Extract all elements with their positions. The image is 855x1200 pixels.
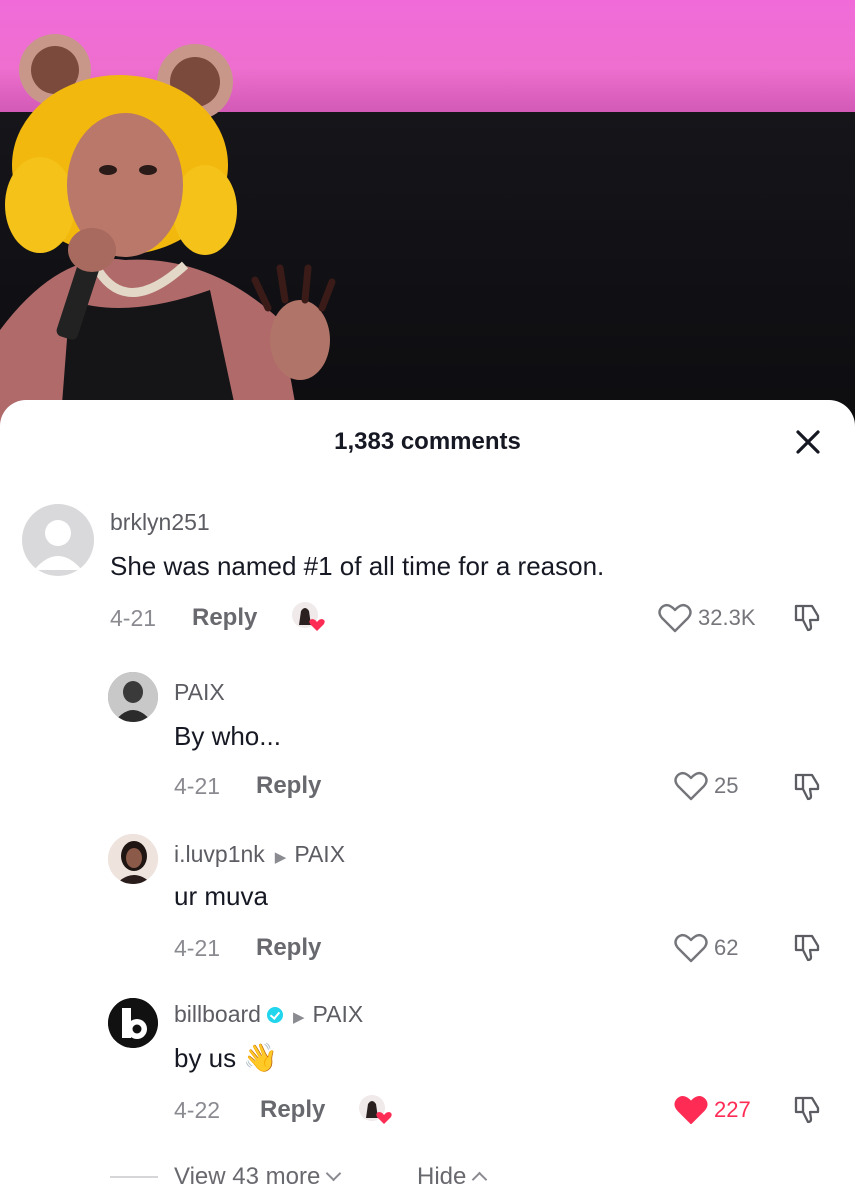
billboard-logo-icon — [108, 998, 158, 1048]
comments-count-title: 1,383 comments — [334, 428, 521, 455]
heart-filled-icon — [674, 1096, 708, 1124]
view-more-replies-button[interactable]: View 43 more — [174, 1162, 342, 1192]
verified-badge-icon — [266, 1007, 283, 1023]
comment-text-line: by us 👋 — [174, 1042, 278, 1074]
like-button[interactable]: 62 — [674, 932, 738, 964]
reply-button[interactable]: Reply — [192, 604, 257, 632]
hide-replies-button[interactable]: Hide — [417, 1162, 488, 1192]
avatar-i-luvp1nk[interactable] — [108, 834, 158, 884]
comment-username-line: billboard ▶ PAIX — [174, 1000, 363, 1032]
thumbs-down-icon[interactable] — [792, 771, 822, 801]
avatar-brklyn251[interactable] — [22, 504, 94, 576]
comment-text: By who... — [174, 721, 281, 751]
reply-to-arrow-icon: ▶ — [292, 1009, 305, 1026]
heart-icon — [674, 771, 708, 801]
avatar-billboard[interactable] — [108, 998, 158, 1048]
profile-photo-icon — [108, 672, 158, 722]
performer-image — [0, 34, 336, 430]
waving-hand-emoji: 👋 — [243, 1042, 279, 1073]
comment-text: by us — [174, 1043, 237, 1073]
default-avatar-icon — [34, 520, 82, 570]
comment-username[interactable]: PAIX — [174, 678, 225, 706]
like-button[interactable]: 227 — [674, 1094, 751, 1126]
comment-date: 4-21 — [110, 605, 157, 631]
heart-icon — [658, 603, 692, 633]
like-count: 227 — [714, 1097, 751, 1122]
comment-username[interactable]: billboard — [174, 1001, 261, 1027]
comment-username[interactable]: brklyn251 — [110, 508, 210, 536]
profile-photo-icon — [108, 834, 158, 884]
like-count: 25 — [714, 773, 739, 798]
comment-date: 4-22 — [174, 1097, 221, 1123]
comment-date: 4-21 — [174, 773, 221, 799]
avatar-paix[interactable] — [108, 672, 158, 722]
creator-liked-icon — [292, 602, 325, 631]
view-more-label: View 43 more — [174, 1163, 321, 1190]
thumbs-down-icon[interactable] — [792, 1094, 822, 1124]
comment-username-line: i.luvp1nk ▶ PAIX — [174, 840, 345, 872]
close-icon[interactable] — [794, 428, 822, 456]
video-background — [0, 0, 855, 430]
like-button[interactable]: 32.3K — [658, 602, 756, 634]
like-count: 32.3K — [698, 605, 756, 630]
reply-target-username[interactable]: PAIX — [313, 1001, 364, 1027]
thread-divider — [110, 1176, 158, 1178]
thumbs-down-icon[interactable] — [792, 932, 822, 962]
chevron-down-icon — [326, 1165, 342, 1182]
comment-text: ur muva — [174, 881, 268, 911]
like-button[interactable]: 25 — [674, 770, 738, 802]
hide-label: Hide — [417, 1163, 467, 1190]
reply-button[interactable]: Reply — [256, 934, 321, 962]
thumbs-down-icon[interactable] — [792, 602, 822, 632]
creator-liked-icon — [359, 1095, 392, 1124]
reply-button[interactable]: Reply — [256, 772, 321, 800]
comment-text: She was named #1 of all time for a reaso… — [110, 551, 605, 581]
comment-username[interactable]: i.luvp1nk — [174, 841, 265, 867]
comment-date: 4-21 — [174, 935, 221, 961]
reply-button[interactable]: Reply — [260, 1096, 325, 1124]
heart-icon — [674, 933, 708, 963]
reply-to-arrow-icon: ▶ — [274, 849, 287, 866]
reply-target-username[interactable]: PAIX — [294, 841, 345, 867]
chevron-up-icon — [472, 1171, 488, 1188]
like-count: 62 — [714, 935, 739, 960]
